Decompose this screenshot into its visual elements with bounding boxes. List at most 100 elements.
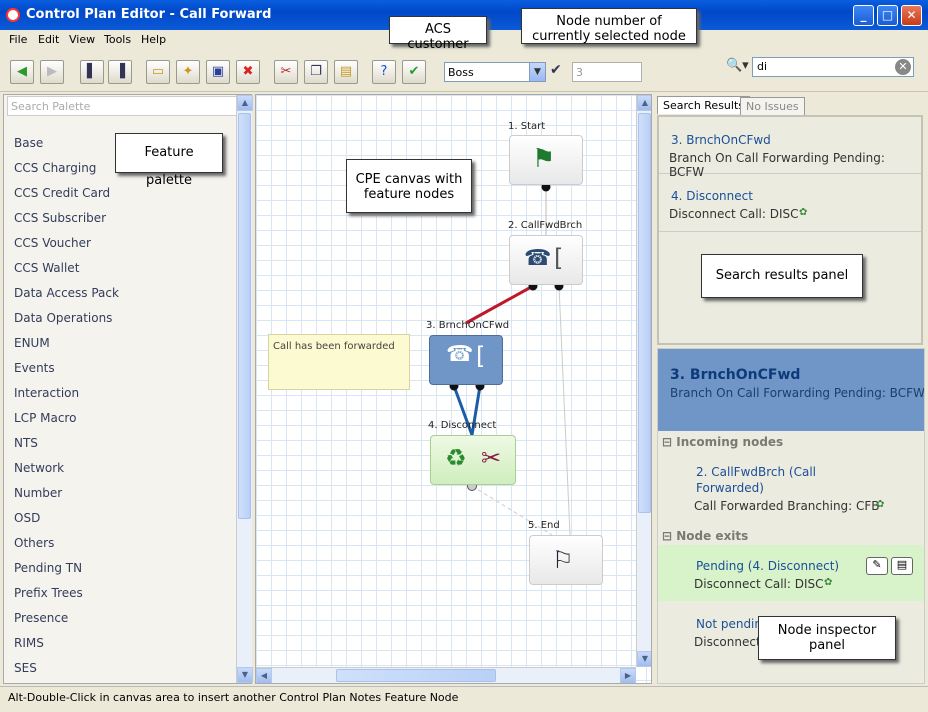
incoming-nodes-header[interactable]: ⊟ Incoming nodes	[662, 435, 783, 449]
disconnect-node[interactable]: ♻ ✂	[430, 435, 516, 485]
scroll-thumb[interactable]	[336, 669, 496, 682]
customer-select-value: Boss	[448, 66, 474, 79]
forward-icon[interactable]: ▶	[40, 60, 64, 84]
delete-icon[interactable]: ✖	[236, 60, 260, 84]
scroll-down-icon[interactable]: ▼	[637, 651, 652, 667]
close-button[interactable]: ✕	[901, 5, 922, 26]
incoming-link[interactable]: 2. CallFwdBrch (Call	[696, 465, 816, 479]
scroll-right-icon[interactable]: ▶	[620, 668, 636, 684]
palette-search-input[interactable]: Search Palette	[7, 96, 237, 116]
edit-pencil-icon[interactable]: ✎	[866, 557, 888, 575]
inspector-title: 3. BrnchOnCFwd	[670, 367, 800, 383]
scroll-up-icon[interactable]: ▲	[237, 95, 253, 111]
customer-select[interactable]: Boss ▼	[444, 62, 546, 82]
node-label: 2. CallFwdBrch	[508, 220, 582, 231]
brnchoncfwd-node-selected[interactable]: ☎ [	[429, 335, 503, 385]
scroll-thumb[interactable]	[638, 113, 651, 513]
palette-item[interactable]: LCP Macro	[14, 411, 76, 425]
inspector-header: 3. BrnchOnCFwd Branch On Call Forwarding…	[658, 349, 925, 431]
callout-canvas: CPE canvas with feature nodes	[346, 159, 472, 213]
palette-item[interactable]: Prefix Trees	[14, 586, 83, 600]
paste-icon[interactable]: ▤	[334, 60, 358, 84]
palette-item[interactable]: CCS Voucher	[14, 236, 91, 250]
incoming-link-cont[interactable]: Forwarded)	[696, 481, 764, 495]
node-label: 5. End	[528, 520, 560, 531]
clear-search-icon[interactable]: ✕	[895, 59, 911, 75]
apply-check-icon[interactable]: ✔	[550, 62, 562, 78]
palette-item[interactable]: ENUM	[14, 336, 50, 350]
new-file-icon[interactable]: ✦	[176, 60, 200, 84]
palette-item[interactable]: RIMS	[14, 636, 44, 650]
result-title[interactable]: 4. Disconnect	[671, 189, 753, 203]
end-node[interactable]: ⚐	[529, 535, 603, 585]
palette-item[interactable]: OSD	[14, 511, 40, 525]
search-input[interactable]: di	[752, 57, 914, 77]
panel-left-icon[interactable]: ▌	[80, 60, 104, 84]
feature-status-icon: ✿	[799, 207, 807, 218]
exit-desc: Disconnect	[694, 635, 761, 649]
minimize-button[interactable]: _	[853, 5, 874, 26]
chevron-down-icon[interactable]: ▼	[529, 63, 545, 81]
palette-item[interactable]: Data Operations	[14, 311, 112, 325]
details-icon[interactable]: ▤	[891, 557, 913, 575]
canvas-note[interactable]: Call has been forwarded	[268, 334, 410, 390]
palette-item[interactable]: Pending TN	[14, 561, 82, 575]
validate-check-icon[interactable]: ✔	[402, 60, 426, 84]
palette-scrollbar[interactable]: ▲ ▼	[236, 95, 252, 683]
open-folder-icon[interactable]: ▭	[146, 60, 170, 84]
palette-item[interactable]: Presence	[14, 611, 68, 625]
menu-view[interactable]: View	[69, 33, 95, 46]
palette-item[interactable]: Data Access Pack	[14, 286, 119, 300]
exits-title-text: Node exits	[676, 529, 748, 543]
search-icon[interactable]: 🔍▾	[726, 58, 749, 73]
canvas-vscrollbar[interactable]: ▲ ▼	[636, 95, 652, 667]
copy-icon[interactable]: ❐	[304, 60, 328, 84]
exit-link[interactable]: Pending (4. Disconnect)	[696, 559, 839, 573]
menu-file[interactable]: File	[9, 33, 27, 46]
palette-item[interactable]: Number	[14, 486, 62, 500]
palette-item[interactable]: Base	[14, 136, 43, 150]
palette-item[interactable]: SES	[14, 661, 37, 675]
palette-item[interactable]: NTS	[14, 436, 38, 450]
back-icon[interactable]: ◀	[10, 60, 34, 84]
start-node[interactable]: ⚑	[509, 135, 583, 185]
help-icon[interactable]: ?	[372, 60, 396, 84]
palette-item[interactable]: CCS Subscriber	[14, 211, 106, 225]
menu-tools[interactable]: Tools	[104, 33, 131, 46]
scroll-left-icon[interactable]: ◀	[256, 668, 272, 684]
search-result[interactable]: 4. Disconnect Disconnect Call: DISC ✿	[659, 175, 921, 232]
tab-search-results[interactable]: Search Results	[657, 96, 750, 114]
menu-edit[interactable]: Edit	[38, 33, 59, 46]
exit-row-pending[interactable]: Pending (4. Disconnect) Disconnect Call:…	[658, 545, 925, 601]
callout-feature-palette: Feature palette	[115, 133, 223, 173]
maximize-button[interactable]: □	[877, 5, 898, 26]
node-number-field[interactable]: 3	[572, 62, 642, 82]
scroll-down-icon[interactable]: ▼	[237, 667, 253, 683]
node-label: 3. BrnchOnCFwd	[426, 320, 509, 331]
palette-item[interactable]: CCS Charging	[14, 161, 96, 175]
callout-node-number: Node number of currently selected node	[521, 8, 697, 44]
palette-item[interactable]: Others	[14, 536, 54, 550]
palette-item[interactable]: Interaction	[14, 386, 79, 400]
app-icon	[6, 8, 20, 22]
menu-help[interactable]: Help	[141, 33, 166, 46]
scroll-up-icon[interactable]: ▲	[637, 95, 652, 111]
node-exits-header[interactable]: ⊟ Node exits	[662, 529, 748, 543]
palette-item[interactable]: Network	[14, 461, 64, 475]
panel-right-icon[interactable]: ▐	[108, 60, 132, 84]
cut-icon[interactable]: ✂	[274, 60, 298, 84]
callout-line: Node inspector	[765, 623, 889, 638]
scroll-thumb[interactable]	[238, 113, 251, 519]
feature-status-icon: ✿	[876, 499, 884, 510]
palette-item[interactable]: CCS Wallet	[14, 261, 79, 275]
save-icon[interactable]: ▣	[206, 60, 230, 84]
search-result[interactable]: 3. BrnchOnCFwd Branch On Call Forwarding…	[659, 117, 921, 174]
incoming-title-text: Incoming nodes	[676, 435, 783, 449]
result-title[interactable]: 3. BrnchOnCFwd	[671, 133, 771, 147]
palette-item[interactable]: CCS Credit Card	[14, 186, 110, 200]
canvas-hscrollbar[interactable]: ◀ ▶	[256, 667, 636, 683]
callfwdbrch-node[interactable]: ☎ [	[509, 235, 583, 285]
palette-item[interactable]: Events	[14, 361, 55, 375]
node-label: 1. Start	[508, 121, 545, 132]
tab-no-issues[interactable]: No Issues	[740, 97, 805, 115]
